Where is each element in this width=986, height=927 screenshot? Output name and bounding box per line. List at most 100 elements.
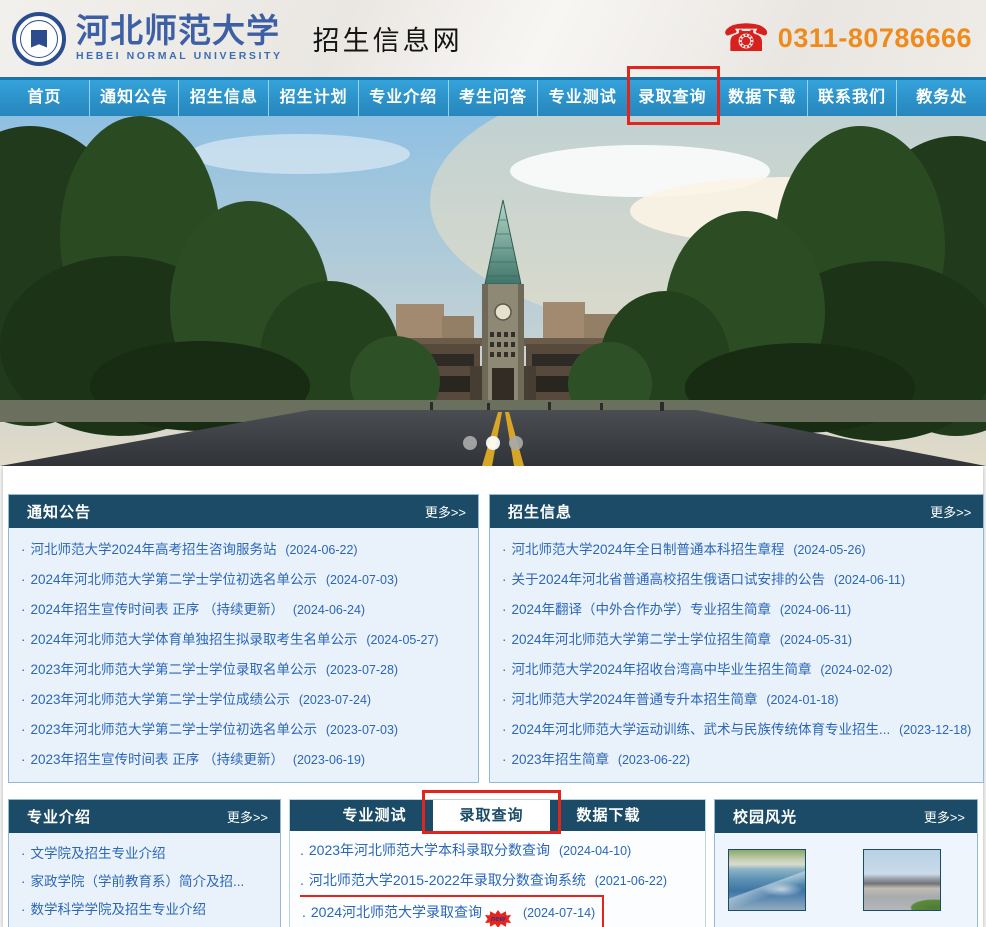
- nav-item[interactable]: 通知公告: [90, 80, 180, 116]
- info-link[interactable]: 2024年河北师范大学第二学士学位招生简章: [512, 632, 772, 647]
- query-link[interactable]: 2023年河北师范大学本科录取分数查询: [309, 842, 550, 858]
- panel-title: 招生信息: [508, 501, 572, 522]
- list-item: ·2024年翻译（中外合作办学）专业招生简章 (2024-06-11): [502, 595, 971, 625]
- query-tab[interactable]: 录取查询: [433, 800, 550, 831]
- query-link[interactable]: 2024河北师范大学录取查询: [311, 904, 482, 920]
- bullet: ·: [502, 572, 507, 587]
- list-item: · 家政学院（学前教育系）简介及招...: [21, 868, 268, 896]
- item-date: (2024-02-02): [820, 663, 892, 677]
- phone-number: 0311-80786666: [778, 23, 972, 54]
- panel-admission-info: 招生信息 更多>> ·河北师范大学2024年全日制普通本科招生章程 (2024-…: [489, 494, 984, 783]
- panel-notices-header: 通知公告 更多>>: [9, 495, 478, 528]
- bullet: ·: [502, 602, 507, 617]
- nav-item[interactable]: 考生问答: [449, 80, 539, 116]
- bullet: .: [300, 872, 304, 888]
- notice-link[interactable]: 2023年河北师范大学第二学士学位初选名单公示: [31, 722, 318, 737]
- more-link[interactable]: 更多>>: [924, 807, 965, 826]
- item-date: (2023-07-28): [326, 663, 398, 677]
- university-name-en: HEBEI NORMAL UNIVERSITY: [76, 50, 283, 62]
- list-item: ·数学科学学院及招生专业介绍: [21, 896, 268, 924]
- notice-link[interactable]: 2023年招生宣传时间表 正序 （持续更新）: [31, 752, 285, 767]
- main-nav: 首页 通知公告 招生信息 招生计划 专业介绍 考生问答 专业测试 录取查询 数据…: [0, 77, 986, 116]
- notice-link[interactable]: 2024年河北师范大学体育单独招生拟录取考生名单公示: [31, 632, 358, 647]
- list-item: ·河北师范大学2024年全日制普通本科招生章程 (2024-05-26): [502, 535, 971, 565]
- list-item: ·2023年招生简章 (2023-06-22): [502, 745, 971, 775]
- bullet: ·: [502, 722, 507, 737]
- query-tab[interactable]: 专业测试: [316, 800, 433, 831]
- nav-item[interactable]: 教务处: [897, 80, 986, 116]
- info-link[interactable]: 河北师范大学2024年普通专升本招生简章: [512, 692, 758, 707]
- list-item: .2024河北师范大学录取查询new (2024-07-14): [300, 895, 695, 927]
- campus-thumbnail-water[interactable]: [728, 849, 806, 911]
- notice-link[interactable]: 2024年河北师范大学第二学士学位初选名单公示: [31, 572, 318, 587]
- nav-item[interactable]: 数据下载: [718, 80, 808, 116]
- notice-link[interactable]: 2023年河北师范大学第二学士学位成绩公示: [31, 692, 291, 707]
- info-link[interactable]: 河北师范大学2024年招收台湾高中毕业生招生简章: [512, 662, 812, 677]
- query-tab[interactable]: 数据下载: [550, 800, 667, 831]
- campus-photos: 校园美景（一） 校园美景（二）: [715, 833, 977, 927]
- panel-notices: 通知公告 更多>> · 河北师范大学2024年高考招生咨询服务站 (2024-06…: [8, 494, 479, 783]
- notice-link[interactable]: 河北师范大学2024年高考招生咨询服务站: [31, 542, 277, 557]
- info-link[interactable]: 2024年翻译（中外合作办学）专业招生简章: [512, 602, 772, 617]
- item-date: (2024-05-27): [366, 633, 438, 647]
- info-link[interactable]: 2024年河北师范大学运动训练、武术与民族传统体育专业招生...: [512, 722, 891, 737]
- item-date: (2023-06-19): [293, 753, 365, 767]
- panel-campus: 校园风光 更多>> 校园美景（一） 校园美景（二）: [714, 799, 978, 927]
- item-date: (2024-06-24): [293, 603, 365, 617]
- notice-link[interactable]: 2023年河北师范大学第二学士学位录取名单公示: [31, 662, 318, 677]
- info-link[interactable]: 关于2024年河北省普通高校招生俄语口试安排的公告: [512, 572, 826, 587]
- content-area: 通知公告 更多>> · 河北师范大学2024年高考招生咨询服务站 (2024-06…: [3, 466, 983, 927]
- list-item: ·2023年河北师范大学第二学士学位成绩公示 (2023-07-24): [21, 685, 466, 715]
- major-link[interactable]: 数学科学学院及招生专业介绍: [31, 902, 207, 917]
- info-link[interactable]: 2023年招生简章: [512, 752, 610, 767]
- campus-thumbnail-building[interactable]: [863, 849, 941, 911]
- major-link[interactable]: 文学院及招生专业介绍: [31, 846, 166, 861]
- list-item: ·2024年河北师范大学运动训练、武术与民族传统体育专业招生... (2023-…: [502, 715, 971, 745]
- university-name-cn: 河北师范大学: [76, 15, 283, 49]
- info-link[interactable]: 河北师范大学2024年全日制普通本科招生章程: [512, 542, 785, 557]
- bullet: ·: [21, 874, 26, 889]
- nav-item[interactable]: 专业介绍: [359, 80, 449, 116]
- more-link[interactable]: 更多>>: [227, 807, 268, 826]
- bullet: ·: [21, 662, 26, 677]
- campus-photo: [0, 116, 986, 466]
- bullet: ·: [21, 752, 26, 767]
- more-link[interactable]: 更多>>: [930, 502, 971, 521]
- item-date: (2021-06-22): [595, 874, 667, 888]
- list-item: · 2023年招生宣传时间表 正序 （持续更新） (2023-06-19): [21, 745, 466, 775]
- carousel-dot[interactable]: [463, 436, 477, 450]
- list-item: ·2024年招生宣传时间表 正序 （持续更新） (2024-06-24): [21, 595, 466, 625]
- nav-item[interactable]: 录取查询: [628, 80, 718, 116]
- panel-title: 通知公告: [27, 501, 91, 522]
- item-date: (2024-06-11): [834, 573, 905, 587]
- list-item: ·2024年河北师范大学第二学士学位招生简章 (2024-05-31): [502, 625, 971, 655]
- more-link[interactable]: 更多>>: [425, 502, 466, 521]
- nav-item[interactable]: 招生计划: [269, 80, 359, 116]
- carousel-dot[interactable]: [486, 436, 500, 450]
- campus-photo-card-1[interactable]: 校园美景（一）: [728, 849, 830, 927]
- nav-item[interactable]: 联系我们: [808, 80, 898, 116]
- notice-link[interactable]: 2024年招生宣传时间表 正序 （持续更新）: [31, 602, 285, 617]
- panel-majors: 专业介绍 更多>> ·文学院及招生专业介绍 ·家政学院（学前教育系）简介及招..…: [8, 799, 281, 927]
- query-link[interactable]: 河北师范大学2015-2022年录取分数查询系统: [309, 872, 586, 888]
- list-item: ·文学院及招生专业介绍: [21, 840, 268, 868]
- item-date: (2024-07-14): [523, 906, 595, 920]
- nav-item[interactable]: 专业测试: [538, 80, 628, 116]
- panel-title: 校园风光: [733, 806, 797, 827]
- bullet: ·: [502, 752, 507, 767]
- new-icon: new: [485, 910, 511, 927]
- item-date: (2024-05-31): [780, 633, 852, 647]
- carousel-dot[interactable]: [509, 436, 523, 450]
- panel-info-header: 招生信息 更多>>: [490, 495, 983, 528]
- query-tab-bar: 专业测试 录取查询 数据下载: [290, 800, 705, 831]
- nav-item[interactable]: 首页: [0, 80, 90, 116]
- campus-photo-card-2[interactable]: 校园美景（二）: [863, 849, 965, 927]
- panel-campus-header: 校园风光 更多>>: [715, 800, 977, 833]
- nav-item[interactable]: 招生信息: [179, 80, 269, 116]
- list-item: · 2023年河北师范大学第二学士学位录取名单公示 (2023-07-28): [21, 655, 466, 685]
- item-date: (2023-07-03): [326, 723, 398, 737]
- major-link[interactable]: 家政学院（学前教育系）简介及招...: [31, 874, 245, 889]
- list-item: · 关于2024年河北省普通高校招生俄语口试安排的公告 (2024-06-11): [502, 565, 971, 595]
- site-title: 招生信息网: [313, 19, 463, 58]
- page: 河北师范大学 HEBEI NORMAL UNIVERSITY 招生信息网 ☎ 0…: [0, 0, 986, 927]
